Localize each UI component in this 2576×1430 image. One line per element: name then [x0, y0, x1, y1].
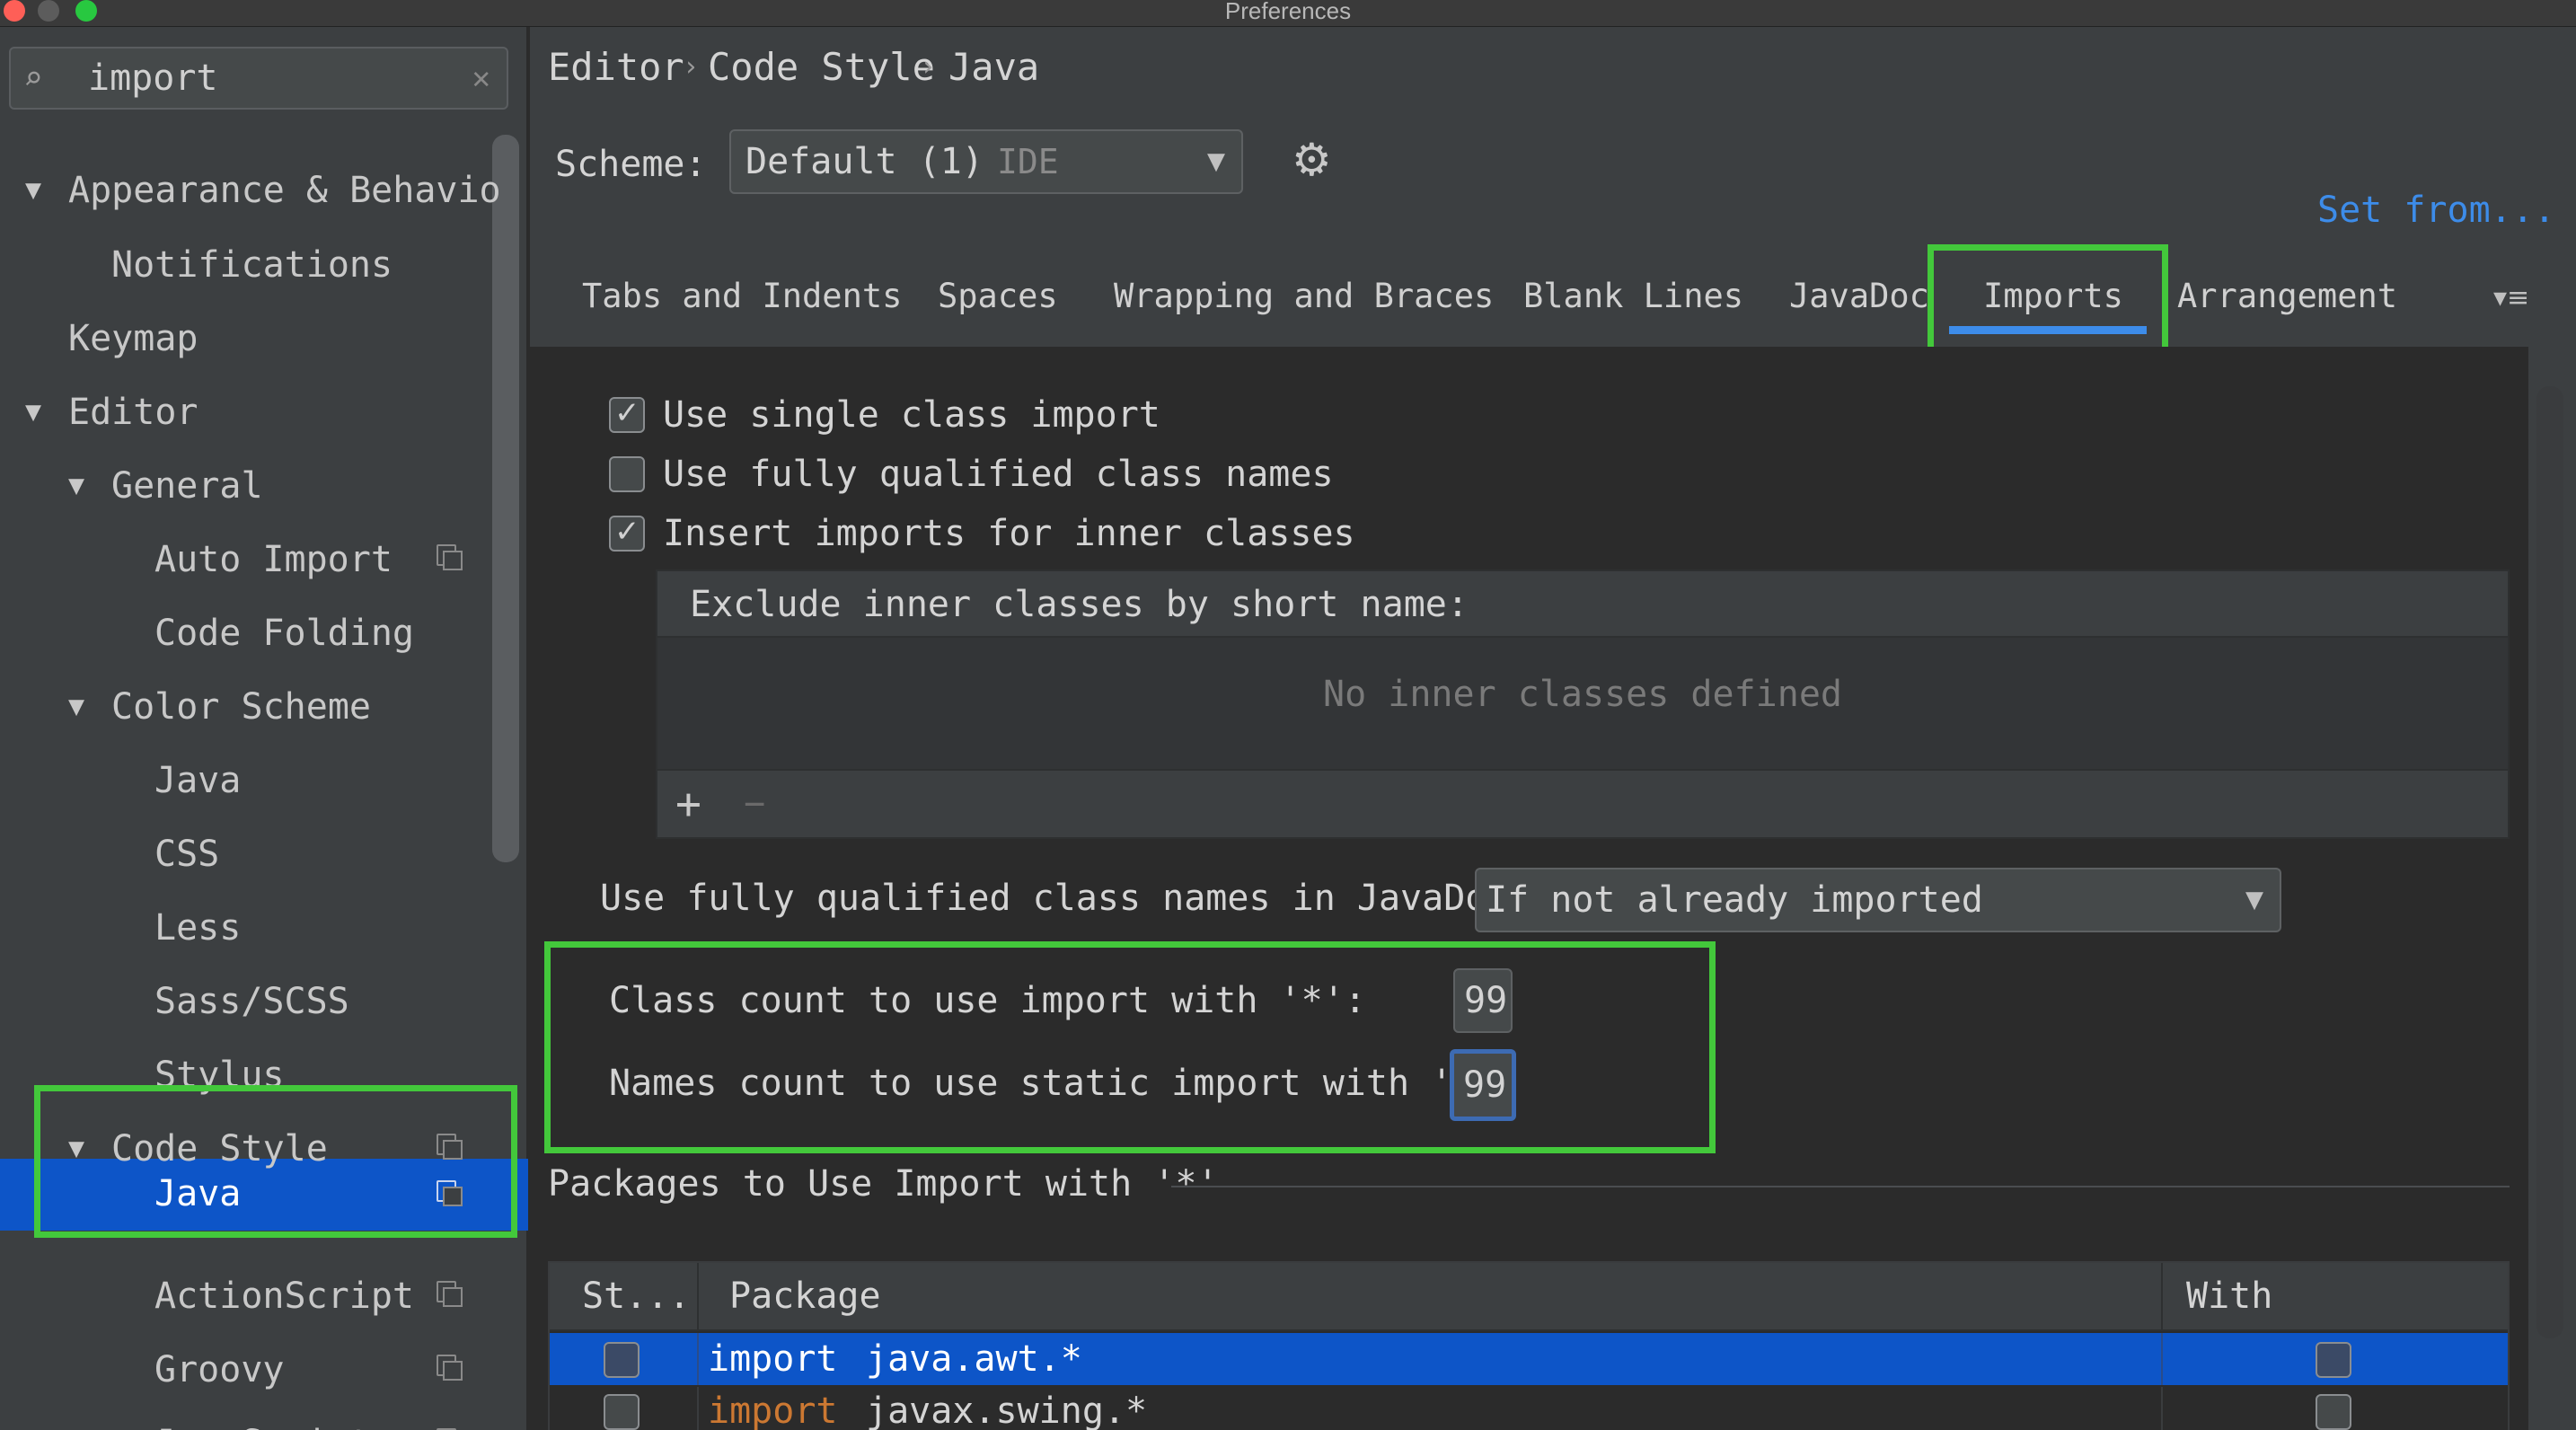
column-divider	[2161, 1333, 2163, 1385]
sidebar-item-keymap[interactable]: Keymap	[68, 305, 198, 372]
sidebar-item-sass[interactable]: Sass/SCSS	[154, 968, 349, 1035]
exclude-panel-title: Exclude inner classes by short name:	[690, 584, 1469, 625]
sidebar-item-css[interactable]: CSS	[154, 821, 219, 887]
subpackages-checkbox[interactable]	[2316, 1394, 2351, 1430]
chevron-down-icon: ▼	[2245, 887, 2263, 914]
single-class-import-label[interactable]: Use single class import	[663, 388, 1160, 442]
sidebar-item-less[interactable]: Less	[154, 895, 241, 961]
expand-arrow-icon[interactable]: ▼	[25, 157, 41, 224]
javadoc-value: If not already imported	[1486, 879, 1983, 921]
static-checkbox[interactable]	[604, 1394, 640, 1430]
javadoc-label: Use fully qualified class names in JavaD…	[600, 878, 1531, 919]
exclude-inner-classes-panel: Exclude inner classes by short name: No …	[656, 569, 2510, 839]
breadcrumb-separator: ›	[683, 51, 700, 83]
sidebar-scrollbar[interactable]	[492, 135, 519, 862]
breadcrumb-java: Java	[948, 45, 1040, 89]
column-header-static[interactable]: St...	[582, 1263, 690, 1329]
expand-arrow-icon[interactable]: ▼	[68, 674, 84, 740]
column-divider	[697, 1263, 699, 1331]
breadcrumb-editor[interactable]: Editor	[548, 36, 684, 99]
package-name: java.awt.*	[866, 1338, 1082, 1380]
breadcrumb-separator: ›	[920, 51, 937, 83]
column-divider	[2161, 1387, 2163, 1430]
inner-classes-label[interactable]: Insert imports for inner classes	[663, 507, 1355, 561]
table-row[interactable]: import java.awt.*	[550, 1333, 2508, 1385]
package-keyword: import	[708, 1390, 838, 1430]
single-class-import-checkbox[interactable]	[609, 395, 645, 433]
scheme-suffix: IDE	[997, 142, 1059, 181]
tab-arrangement[interactable]: Arrangement	[2177, 260, 2397, 332]
table-row[interactable]: import javax.swing.*	[550, 1387, 2508, 1430]
project-settings-icon	[437, 1355, 463, 1381]
sidebar-item-editor[interactable]: Editor	[68, 379, 198, 446]
tab-blank-lines[interactable]: Blank Lines	[1523, 260, 1743, 332]
remove-icon[interactable]: −	[744, 771, 765, 837]
clear-icon[interactable]: ✕	[472, 49, 490, 108]
settings-main-panel: Editor › Code Style › Java Scheme: Defau…	[530, 27, 2576, 1430]
title-bar: Preferences	[0, 0, 2576, 27]
javadoc-dropdown[interactable]: If not already imported ▼	[1475, 868, 2281, 932]
static-checkbox[interactable]	[604, 1342, 640, 1378]
column-divider	[697, 1333, 699, 1385]
column-divider	[697, 1387, 699, 1430]
set-from-link[interactable]: Set from...	[2317, 185, 2555, 235]
expand-arrow-icon[interactable]: ▼	[68, 453, 84, 519]
add-icon[interactable]: +	[675, 771, 701, 837]
search-value[interactable]: import	[88, 49, 218, 108]
section-divider	[1171, 1186, 2510, 1187]
chevron-down-icon: ▼	[1207, 148, 1225, 175]
sidebar-item-groovy[interactable]: Groovy	[154, 1337, 285, 1403]
tab-wrapping-and-braces[interactable]: Wrapping and Braces	[1114, 260, 1494, 332]
scheme-dropdown[interactable]: Default (1) IDE ▼	[729, 129, 1243, 194]
empty-state-text: No inner classes defined	[1323, 674, 1842, 715]
project-settings-icon	[437, 1281, 463, 1307]
fully-qualified-label[interactable]: Use fully qualified class names	[663, 447, 1334, 501]
highlight-box	[544, 941, 1716, 1153]
subpackages-checkbox[interactable]	[2316, 1342, 2351, 1378]
sidebar-item-general[interactable]: General	[111, 453, 263, 519]
expand-arrow-icon[interactable]: ▼	[25, 379, 41, 446]
window-title: Preferences	[1224, 0, 1352, 24]
inner-classes-checkbox[interactable]	[609, 514, 645, 552]
tab-tabs-and-indents[interactable]: Tabs and Indents	[582, 260, 902, 332]
search-icon: ⌕	[23, 60, 43, 97]
sidebar-item-color-java[interactable]: Java	[154, 747, 241, 814]
search-input[interactable]: ⌕ import ✕	[9, 47, 508, 110]
project-settings-icon	[437, 544, 463, 570]
gear-icon[interactable]: ⚙	[1292, 133, 1332, 187]
packages-section-title: Packages to Use Import with '*'	[548, 1163, 1219, 1205]
sidebar-item-javascript[interactable]: JavaScript	[154, 1410, 371, 1430]
packages-table: St... Package With Subpack... import jav…	[548, 1261, 2510, 1430]
sidebar-item-actionscript[interactable]: ActionScript	[154, 1263, 414, 1329]
column-divider	[2161, 1263, 2163, 1331]
tab-spaces[interactable]: Spaces	[938, 260, 1058, 332]
settings-sidebar: ⌕ import ✕ ▼ Appearance & Behavio Notifi…	[0, 27, 528, 1430]
tab-javadoc[interactable]: JavaDoc	[1789, 260, 1929, 332]
tabs-overflow-icon[interactable]: ▾≡	[2493, 280, 2529, 316]
highlight-box	[34, 1085, 517, 1238]
exclude-panel-header: Exclude inner classes by short name:	[657, 571, 2508, 638]
package-name: javax.swing.*	[866, 1390, 1148, 1430]
sidebar-item-color-scheme[interactable]: Color Scheme	[111, 674, 371, 740]
exclude-panel-toolbar: + −	[657, 769, 2508, 837]
sidebar-item-auto-import[interactable]: Auto Import	[154, 526, 393, 593]
imports-content: Use single class import Use fully qualif…	[530, 347, 2528, 1430]
sidebar-item-notifications[interactable]: Notifications	[111, 232, 393, 298]
scheme-label: Scheme:	[555, 144, 707, 185]
package-keyword: import	[708, 1338, 838, 1380]
sidebar-item-appearance[interactable]: Appearance & Behavio	[68, 157, 501, 224]
scheme-value: Default (1)	[745, 141, 984, 182]
column-header-package[interactable]: Package	[729, 1263, 881, 1329]
main-scrollbar[interactable]	[2536, 386, 2563, 1338]
fully-qualified-checkbox[interactable]	[609, 456, 645, 492]
breadcrumb-code-style[interactable]: Code Style	[708, 36, 935, 99]
table-header: St... Package With Subpack...	[550, 1263, 2508, 1383]
sidebar-item-code-folding[interactable]: Code Folding	[154, 600, 414, 666]
